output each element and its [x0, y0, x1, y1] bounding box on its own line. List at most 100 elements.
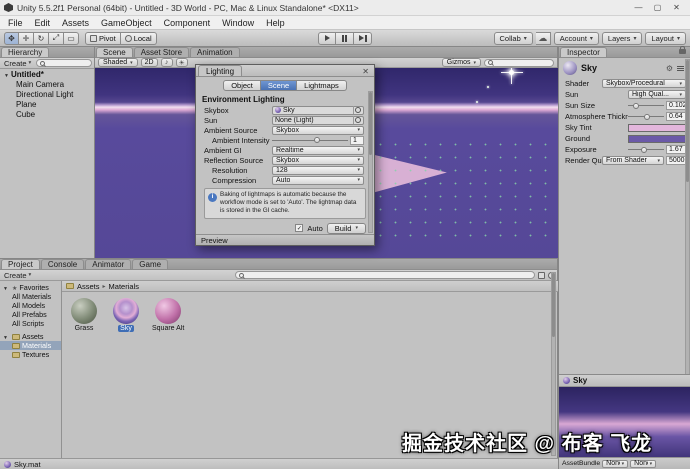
- asset-item-sky[interactable]: Sky: [108, 298, 144, 332]
- draw-mode-dropdown[interactable]: Shaded: [98, 58, 138, 67]
- object-picker-icon[interactable]: [353, 106, 361, 114]
- reflection-source-dropdown[interactable]: Skybox: [272, 155, 364, 165]
- effects-icon[interactable]: ☀: [175, 58, 188, 67]
- hierarchy-item-cube[interactable]: Cube: [0, 109, 94, 119]
- scrollbar-thumb[interactable]: [369, 92, 372, 155]
- move-tool-icon[interactable]: ✛: [19, 31, 34, 45]
- menu-window[interactable]: Window: [216, 18, 260, 28]
- favorite-all-prefabs[interactable]: All Prefabs: [0, 310, 61, 319]
- lighting-scrollbar[interactable]: [368, 91, 373, 233]
- collab-dropdown[interactable]: Collab: [493, 31, 533, 45]
- environment-lighting-header[interactable]: Environment Lighting: [196, 93, 374, 105]
- tab-animator[interactable]: Animator: [85, 259, 132, 269]
- assetbundle-variant-dropdown[interactable]: None: [630, 459, 657, 468]
- lighting-tab-lightmaps[interactable]: Lightmaps: [297, 80, 347, 91]
- 2d-toggle[interactable]: 2D: [140, 58, 158, 67]
- hand-tool-icon[interactable]: ✥: [4, 31, 19, 45]
- project-search-input[interactable]: [246, 271, 531, 279]
- lighting-titlebar[interactable]: Lighting ✕: [196, 65, 374, 77]
- scene-search[interactable]: [484, 58, 554, 67]
- maximize-button[interactable]: ▢: [648, 2, 667, 14]
- menu-assets[interactable]: Assets: [56, 18, 95, 28]
- project-search[interactable]: [235, 271, 535, 279]
- sun-size-value[interactable]: 0.102: [666, 101, 687, 110]
- assets-root-row[interactable]: Assets: [0, 332, 61, 341]
- sun-dropdown[interactable]: High Qual...: [628, 90, 686, 99]
- asset-item-square-alt-2[interactable]: Square Alt 2: [150, 298, 186, 332]
- fold-arrow-icon[interactable]: [3, 283, 10, 292]
- scene-search-input[interactable]: [495, 59, 550, 66]
- minimize-button[interactable]: —: [629, 2, 648, 14]
- fold-arrow-icon[interactable]: [3, 332, 10, 341]
- slider-thumb[interactable]: [644, 113, 651, 120]
- render-queue-dropdown[interactable]: From Shader: [602, 156, 664, 165]
- scrollbar-thumb[interactable]: [686, 60, 689, 183]
- close-button[interactable]: ✕: [667, 2, 686, 14]
- compression-dropdown[interactable]: Auto: [272, 175, 364, 185]
- exposure-slider[interactable]: [628, 145, 664, 154]
- favorite-all-models[interactable]: All Models: [0, 301, 61, 310]
- menu-edit[interactable]: Edit: [29, 18, 57, 28]
- folder-textures[interactable]: Textures: [0, 350, 61, 359]
- pivot-toggle[interactable]: Pivot: [85, 31, 121, 45]
- atmosphere-thickness-slider[interactable]: [628, 112, 664, 121]
- tab-project[interactable]: Project: [1, 259, 40, 269]
- sun-object-field[interactable]: None (Light): [272, 115, 364, 125]
- gear-icon[interactable]: [666, 63, 673, 73]
- audio-icon[interactable]: ♪: [160, 58, 173, 67]
- skybox-object-field[interactable]: Sky: [272, 105, 364, 115]
- hierarchy-search-input[interactable]: [47, 59, 88, 67]
- layers-dropdown[interactable]: Layers: [601, 31, 643, 45]
- hierarchy-create-button[interactable]: Create: [2, 59, 33, 68]
- hierarchy-search[interactable]: [36, 59, 92, 67]
- tab-animation[interactable]: Animation: [190, 47, 240, 57]
- sun-size-slider[interactable]: [628, 101, 664, 110]
- cloud-icon[interactable]: [535, 31, 551, 45]
- step-button[interactable]: [354, 31, 372, 45]
- lock-icon[interactable]: [679, 46, 686, 54]
- tab-hierarchy[interactable]: Hierarchy: [1, 47, 50, 57]
- tab-console[interactable]: Console: [40, 259, 85, 269]
- ambient-gi-dropdown[interactable]: Realtime: [272, 145, 364, 155]
- account-dropdown[interactable]: Account: [553, 31, 599, 45]
- favorites-row[interactable]: Favorites: [0, 283, 61, 292]
- breadcrumb-assets[interactable]: Assets: [77, 282, 100, 291]
- layout-dropdown[interactable]: Layout: [645, 31, 686, 45]
- hierarchy-item-plane[interactable]: Plane: [0, 99, 94, 109]
- shader-dropdown[interactable]: Skybox/Procedural: [602, 79, 686, 88]
- exposure-value[interactable]: 1.67: [666, 145, 686, 154]
- resolution-dropdown[interactable]: 128: [272, 165, 364, 175]
- ambient-intensity-slider[interactable]: [272, 136, 348, 145]
- gizmos-dropdown[interactable]: Gizmos: [441, 58, 481, 67]
- favorite-all-materials[interactable]: All Materials: [0, 292, 61, 301]
- search-by-type-icon[interactable]: [538, 271, 545, 279]
- fold-arrow-icon[interactable]: [4, 70, 11, 79]
- lighting-tab-scene[interactable]: Scene: [260, 80, 298, 91]
- menu-file[interactable]: File: [2, 18, 29, 28]
- atmosphere-thickness-value[interactable]: 0.64: [666, 112, 686, 121]
- scale-tool-icon[interactable]: ⤢: [49, 31, 64, 45]
- scene-root-row[interactable]: Untitled*: [0, 69, 94, 79]
- breadcrumb-materials[interactable]: Materials: [109, 282, 139, 291]
- project-create-button[interactable]: Create: [2, 271, 33, 280]
- assetbundle-dropdown[interactable]: None: [602, 459, 629, 468]
- local-toggle[interactable]: Local: [120, 31, 157, 45]
- folder-materials[interactable]: Materials: [0, 341, 61, 350]
- slider-thumb[interactable]: [633, 102, 640, 109]
- menu-component[interactable]: Component: [158, 18, 217, 28]
- ambient-intensity-value[interactable]: 1: [350, 135, 364, 145]
- rotate-tool-icon[interactable]: ↻: [34, 31, 49, 45]
- lighting-tab[interactable]: Lighting: [198, 65, 243, 76]
- object-picker-icon[interactable]: [353, 116, 361, 124]
- slider-thumb[interactable]: [640, 146, 647, 153]
- tab-inspector[interactable]: Inspector: [560, 47, 607, 57]
- scrollbar-thumb[interactable]: [552, 273, 555, 337]
- build-button[interactable]: Build: [326, 222, 366, 234]
- ground-color-swatch[interactable]: [628, 134, 686, 143]
- play-button[interactable]: [318, 31, 336, 45]
- slider-thumb[interactable]: [313, 137, 320, 143]
- sky-tint-color-swatch[interactable]: [628, 123, 686, 132]
- favorite-all-scripts[interactable]: All Scripts: [0, 319, 61, 328]
- rect-tool-icon[interactable]: ▭: [64, 31, 79, 45]
- render-queue-number[interactable]: 5000: [666, 156, 686, 165]
